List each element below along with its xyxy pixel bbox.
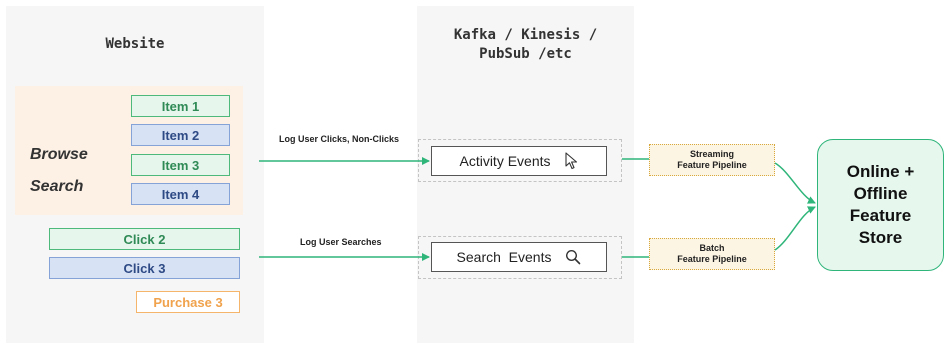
streaming-to-store (774, 162, 816, 204)
connectors (259, 157, 816, 261)
batch-to-store (774, 206, 816, 251)
